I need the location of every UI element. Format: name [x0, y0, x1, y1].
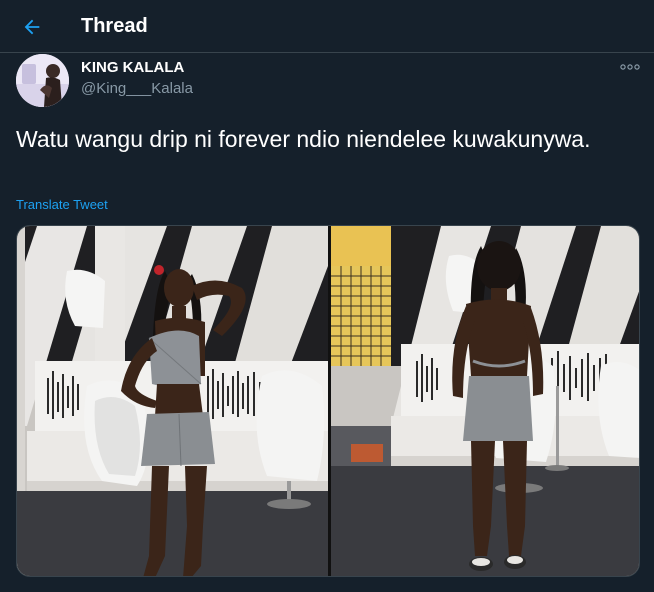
user-display-name[interactable]: KING KALALA — [81, 58, 184, 78]
thread-page: Thread KING KALALA @King___Kalala Watu w… — [0, 0, 654, 592]
tweet-photo-1[interactable] — [17, 226, 328, 576]
thread-header: Thread — [0, 0, 654, 53]
more-dots-icon — [620, 64, 640, 70]
translate-tweet-link[interactable]: Translate Tweet — [16, 196, 108, 213]
tweet-media-grid — [16, 225, 640, 577]
avatar[interactable] — [16, 54, 69, 107]
more-options-button[interactable] — [618, 58, 642, 76]
photo-front-pose — [17, 226, 328, 576]
user-handle[interactable]: @King___Kalala — [81, 79, 193, 99]
photo-back-pose — [331, 226, 639, 576]
page-title: Thread — [81, 15, 148, 37]
arrow-left-icon — [24, 19, 40, 35]
tweet-photo-2[interactable] — [331, 226, 639, 576]
tweet-text: Watu wangu drip ni forever ndio niendele… — [16, 126, 591, 152]
back-button[interactable] — [14, 9, 50, 45]
